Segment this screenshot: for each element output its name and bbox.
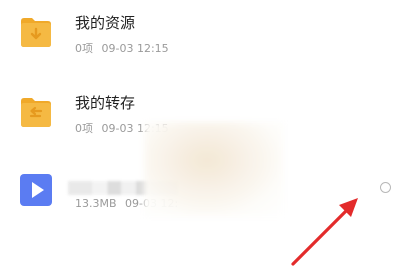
annotation-arrow-icon [291,198,358,266]
file-date: 09-03 12:15 [101,42,169,55]
video-icon [20,174,52,206]
file-meta: 0项 09-03 12:15 [75,40,169,56]
file-name: 我的资源 [75,14,136,32]
list-item[interactable]: 我的资源 0项 09-03 12:15 [0,0,401,80]
file-count: 0项 [75,42,93,55]
file-size: 13.3MB [75,197,117,210]
file-count: 0项 [75,122,93,135]
select-radio-button[interactable] [380,182,391,193]
folder-icon [21,98,51,127]
folder-icon [21,18,51,47]
file-name: 我的转存 [75,94,136,112]
blur-overlay [144,122,284,217]
